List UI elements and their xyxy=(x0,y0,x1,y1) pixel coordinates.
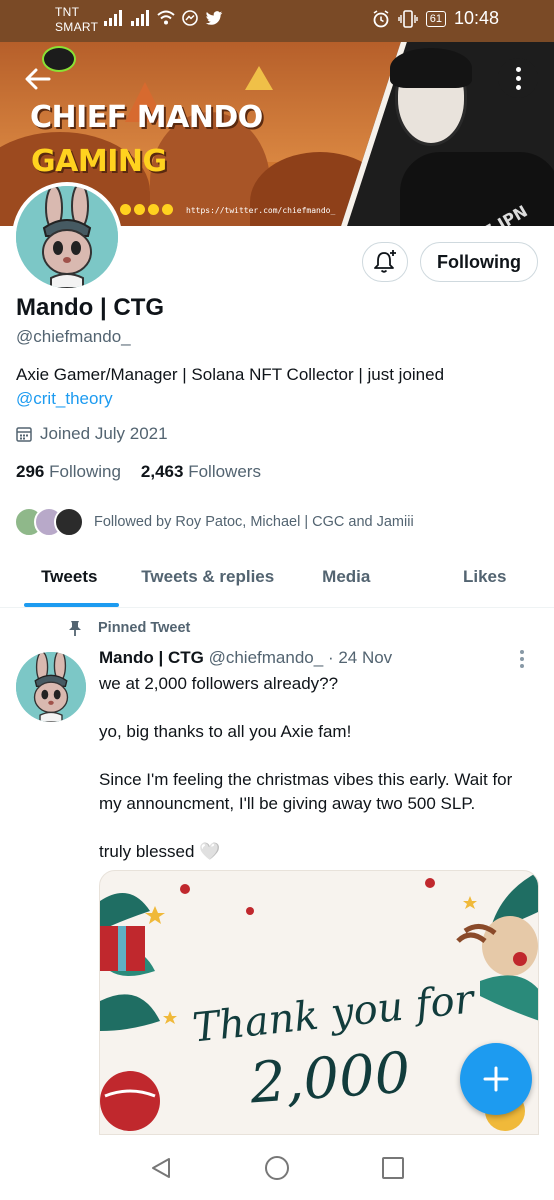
square-recents-icon xyxy=(382,1156,404,1179)
followers-label: Followers xyxy=(188,462,261,481)
pinned-tweet-label: Pinned Tweet xyxy=(66,619,190,637)
circle-home-icon xyxy=(265,1155,289,1180)
signal-icon xyxy=(104,10,122,26)
bunny-avatar-image xyxy=(16,652,86,722)
calendar-icon xyxy=(16,427,32,442)
back-arrow-icon xyxy=(25,68,51,90)
tab-media[interactable]: Media xyxy=(277,552,416,607)
notifications-bell-button[interactable] xyxy=(362,242,408,282)
bio-mention-link[interactable]: @crit_theory xyxy=(16,389,113,408)
pin-icon xyxy=(69,621,81,636)
triangle-back-icon xyxy=(152,1157,170,1178)
join-date-text: Joined July 2021 xyxy=(40,424,168,443)
messenger-icon xyxy=(182,10,198,26)
follow-stats: 296 Following 2,463 Followers xyxy=(16,462,261,482)
more-options-button[interactable] xyxy=(498,58,538,98)
vibrate-icon xyxy=(398,9,418,28)
followers-count-link[interactable]: 2,463 Followers xyxy=(141,462,261,482)
followers-count: 2,463 xyxy=(140,462,184,481)
profile-tabs: Tweets Tweets & replies Media Likes xyxy=(0,552,554,608)
avatar xyxy=(54,507,84,537)
banner-decoration xyxy=(245,66,273,90)
bunny-avatar-image xyxy=(16,186,118,288)
profile-avatar[interactable] xyxy=(12,182,122,292)
status-icons-left xyxy=(103,10,223,26)
tweet-author-avatar[interactable] xyxy=(16,652,86,722)
plus-icon xyxy=(483,1066,509,1092)
card-number-text: 2,000 xyxy=(247,1040,413,1117)
banner-social-icons xyxy=(120,204,173,215)
battery-indicator: 61 xyxy=(425,10,446,27)
nav-back-button[interactable] xyxy=(145,1152,177,1184)
profile-name: Mando | CTG xyxy=(16,294,165,321)
tweet-more-button[interactable] xyxy=(520,650,524,668)
tweet-date[interactable]: · 24 Nov xyxy=(328,648,392,667)
tweet-author-handle[interactable]: @chiefmando_ xyxy=(209,648,324,667)
banner-title-line1: CHIEF MANDO xyxy=(30,100,263,135)
bio-text: Axie Gamer/Manager | Solana NFT Collecto… xyxy=(16,365,445,384)
back-button[interactable] xyxy=(20,61,56,97)
tab-tweets-replies[interactable]: Tweets & replies xyxy=(139,552,278,607)
status-time: 10:48 xyxy=(453,8,499,28)
join-date: Joined July 2021 xyxy=(16,424,168,444)
status-icons-right: 61 10:48 xyxy=(372,8,499,29)
bell-plus-icon xyxy=(374,250,396,273)
profile-handle: @chiefmando_ xyxy=(16,327,131,346)
followed-by-text: Followed by Roy Patoc, Michael | CGC and… xyxy=(94,514,414,530)
profile-bio: Axie Gamer/Manager | Solana NFT Collecto… xyxy=(16,363,536,411)
tab-likes[interactable]: Likes xyxy=(416,552,554,607)
followed-by-row[interactable]: Followed by Roy Patoc, Michael | CGC and… xyxy=(14,507,414,537)
compose-tweet-button[interactable] xyxy=(460,1043,532,1115)
following-button[interactable]: Following xyxy=(420,242,538,282)
tweet-text: we at 2,000 followers already?? yo, big … xyxy=(99,674,513,861)
tweet-author-name[interactable]: Mando | CTG xyxy=(99,648,204,667)
signal-icon xyxy=(131,10,149,26)
tweet-header: Mando | CTG @chiefmando_ · 24 Nov xyxy=(99,648,392,668)
following-label: Following xyxy=(49,462,121,481)
system-navigation-bar xyxy=(0,1135,554,1200)
following-count: 296 xyxy=(16,462,45,481)
banner-photo-shirt xyxy=(400,152,554,226)
alarm-icon xyxy=(373,9,389,27)
twitter-bird-icon xyxy=(205,10,223,25)
banner-url: https://twitter.com/chiefmando_ xyxy=(186,206,336,215)
wifi-icon xyxy=(157,10,175,25)
tab-tweets[interactable]: Tweets xyxy=(0,552,139,607)
nav-recents-button[interactable] xyxy=(377,1152,409,1184)
banner-photo-hair xyxy=(390,48,472,88)
following-count-link[interactable]: 296 Following xyxy=(16,462,121,482)
status-bar: TNT SMART 61 10:48 xyxy=(0,0,554,42)
banner-title-line2: GAMING xyxy=(31,144,167,179)
carrier-label: TNT SMART xyxy=(55,5,99,34)
nav-home-button[interactable] xyxy=(261,1152,293,1184)
